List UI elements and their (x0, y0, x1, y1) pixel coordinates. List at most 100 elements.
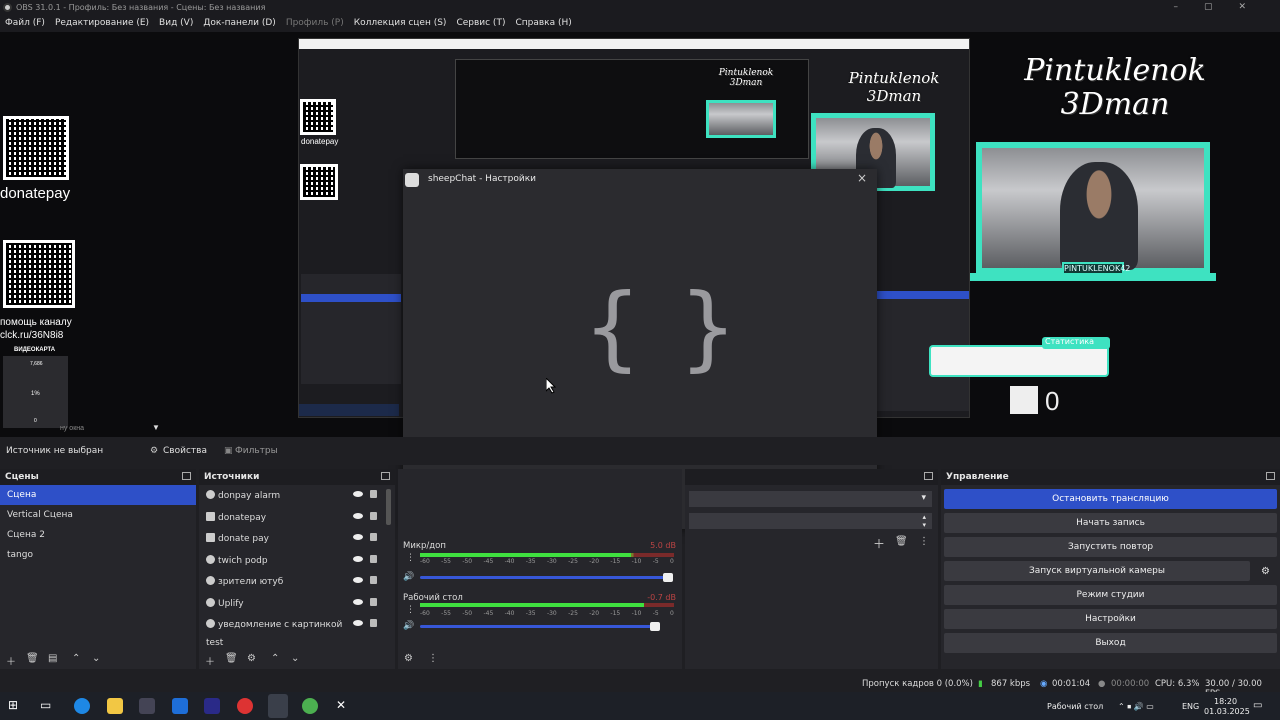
stop-streaming-button[interactable]: Остановить трансляцию (944, 489, 1277, 509)
trash-icon[interactable]: 🗑 (895, 536, 908, 547)
clock-date[interactable]: 01.03.2025 (1204, 707, 1250, 716)
dropped-frames: Пропуск кадров 0 (0.0%) (862, 679, 973, 689)
start-recording-button[interactable]: Начать запись (944, 513, 1277, 533)
scene-item[interactable]: Сцена 2 (0, 525, 196, 545)
eye-icon[interactable] (353, 577, 363, 583)
lock-icon[interactable] (370, 554, 377, 563)
filter-icon[interactable]: ▤ (48, 653, 57, 664)
nested-taskbar (299, 404, 399, 416)
source-item[interactable]: зрители ютуб (199, 571, 395, 593)
eye-icon[interactable] (353, 620, 363, 626)
volume-slider[interactable] (420, 573, 673, 582)
kebab-icon[interactable]: ⋮ (406, 605, 415, 615)
eye-icon[interactable] (353, 512, 363, 519)
language-indicator[interactable]: ENG (1182, 702, 1199, 711)
lock-icon[interactable] (370, 490, 377, 498)
menu-help[interactable]: Справка (H) (510, 16, 576, 32)
windows-start-icon[interactable]: ⊞ (8, 698, 24, 714)
source-item[interactable]: donpay alarm (199, 485, 395, 507)
settings-button[interactable]: Настройки (944, 609, 1277, 629)
explorer-icon[interactable] (107, 698, 123, 714)
donatepay-label: donatepay (0, 185, 71, 202)
menu-docks[interactable]: Док-панели (D) (198, 16, 280, 32)
source-item[interactable]: test (199, 636, 395, 646)
scene-item[interactable]: Сцена (0, 485, 196, 505)
lock-icon[interactable] (370, 533, 377, 541)
lock-icon[interactable] (370, 511, 377, 520)
exit-button[interactable]: Выход (944, 633, 1277, 653)
scene-item[interactable]: tango (0, 545, 196, 565)
task-view-icon[interactable]: ▭ (40, 698, 56, 714)
audio-mixer-panel: Микр/доп 5.0 dB ⋮ -60 -55 -50 -45 -40 -35 -30-… (398, 469, 682, 669)
scene-item[interactable]: Vertical Сцена (0, 505, 196, 525)
start-replay-button[interactable]: Запустить повтор (944, 537, 1277, 557)
source-item[interactable]: donate pay (199, 528, 395, 550)
arrow-down-icon[interactable]: ⌄ (291, 653, 299, 664)
filters-button[interactable]: Фильтры (235, 446, 278, 456)
studio-mode-button[interactable]: Режим студии (944, 585, 1277, 605)
gpu-widget: 7,686 1% 0 (3, 356, 68, 428)
lock-icon[interactable] (370, 576, 377, 584)
obs-taskbar-icon[interactable] (268, 694, 288, 718)
arrow-up-icon[interactable]: ⌃ (271, 653, 279, 664)
eye-icon[interactable] (353, 555, 363, 562)
eye-icon[interactable] (353, 598, 363, 605)
app-green-icon[interactable] (302, 698, 318, 714)
dock-icon[interactable] (924, 472, 933, 480)
add-scene-icon[interactable]: ＋ (6, 653, 16, 668)
menu-edit[interactable]: Редактирование (E) (50, 16, 154, 32)
source-item[interactable]: уведомление с картинкой (199, 614, 395, 636)
window-title: OBS 31.0.1 - Профиль: Без названия - Сце… (16, 3, 266, 12)
menu-scene-collection[interactable]: Коллекция сцен (S) (349, 16, 452, 32)
duration-input[interactable]: ▴ ▾ (689, 513, 932, 529)
clock-time[interactable]: 18:20 (1214, 697, 1237, 706)
source-item[interactable]: twich podp (199, 550, 395, 572)
chevron-down-icon[interactable]: ▼ (152, 423, 160, 432)
arrow-down-icon[interactable]: ⌄ (92, 653, 100, 664)
window-controls[interactable]: –▢✕ (1173, 2, 1272, 12)
close-icon[interactable]: × (857, 171, 867, 185)
source-item[interactable]: donatepay (199, 507, 395, 529)
tray-icons[interactable]: ⌃ ⏹ 🔊 ▭ (1118, 702, 1154, 712)
gear-icon[interactable]: ⚙ (1261, 566, 1270, 577)
kebab-icon[interactable]: ⋮ (919, 536, 929, 547)
dock-icon[interactable] (381, 472, 390, 480)
speaker-icon[interactable]: 🔊 (403, 572, 414, 582)
virtual-camera-button[interactable]: Запуск виртуальной камеры (944, 561, 1250, 581)
desktop-label[interactable]: Рабочий стол (1047, 702, 1103, 711)
store-icon[interactable] (139, 698, 155, 714)
kebab-icon[interactable]: ⋮ (428, 653, 438, 664)
transition-select[interactable]: ▾ (689, 491, 932, 507)
gear-icon[interactable]: ⚙ (404, 653, 413, 664)
chrome-icon[interactable] (237, 698, 253, 714)
menu-tools[interactable]: Сервис (T) (451, 16, 510, 32)
add-source-icon[interactable]: ＋ (205, 653, 215, 668)
properties-button[interactable]: Свойства (163, 446, 207, 456)
trash-icon[interactable]: 🗑 (225, 653, 238, 664)
track-name: Микр/доп (403, 541, 446, 551)
sources-scrollbar[interactable] (386, 489, 391, 525)
menu-file[interactable]: Файл (F) (0, 16, 50, 32)
eye-icon[interactable] (353, 491, 363, 497)
capcut-icon[interactable]: ✕ (336, 698, 352, 714)
kebab-icon[interactable]: ⋮ (406, 553, 415, 563)
gear-icon[interactable]: ⚙ (247, 653, 256, 664)
dock-icon[interactable] (182, 472, 191, 480)
mail-icon[interactable] (172, 698, 188, 714)
lock-icon[interactable] (370, 597, 377, 606)
lock-icon[interactable] (370, 619, 377, 627)
source-item[interactable]: Uplify (199, 593, 395, 615)
eye-icon[interactable] (353, 534, 363, 540)
arrow-up-icon[interactable]: ⌃ (72, 653, 80, 664)
add-icon[interactable]: ＋ (873, 535, 885, 552)
volume-slider[interactable] (420, 622, 660, 631)
notification-icon[interactable]: ▭ (1253, 700, 1262, 711)
speaker-icon[interactable]: 🔊 (403, 621, 414, 631)
menu-profile[interactable]: Профиль (P) (281, 16, 349, 32)
dock-icon[interactable] (1266, 472, 1275, 480)
menu-view[interactable]: Вид (V) (154, 16, 198, 32)
trash-icon[interactable]: 🗑 (26, 653, 39, 664)
app-icon[interactable] (204, 698, 220, 714)
image-source-icon (206, 511, 215, 521)
edge-icon[interactable] (74, 698, 90, 714)
